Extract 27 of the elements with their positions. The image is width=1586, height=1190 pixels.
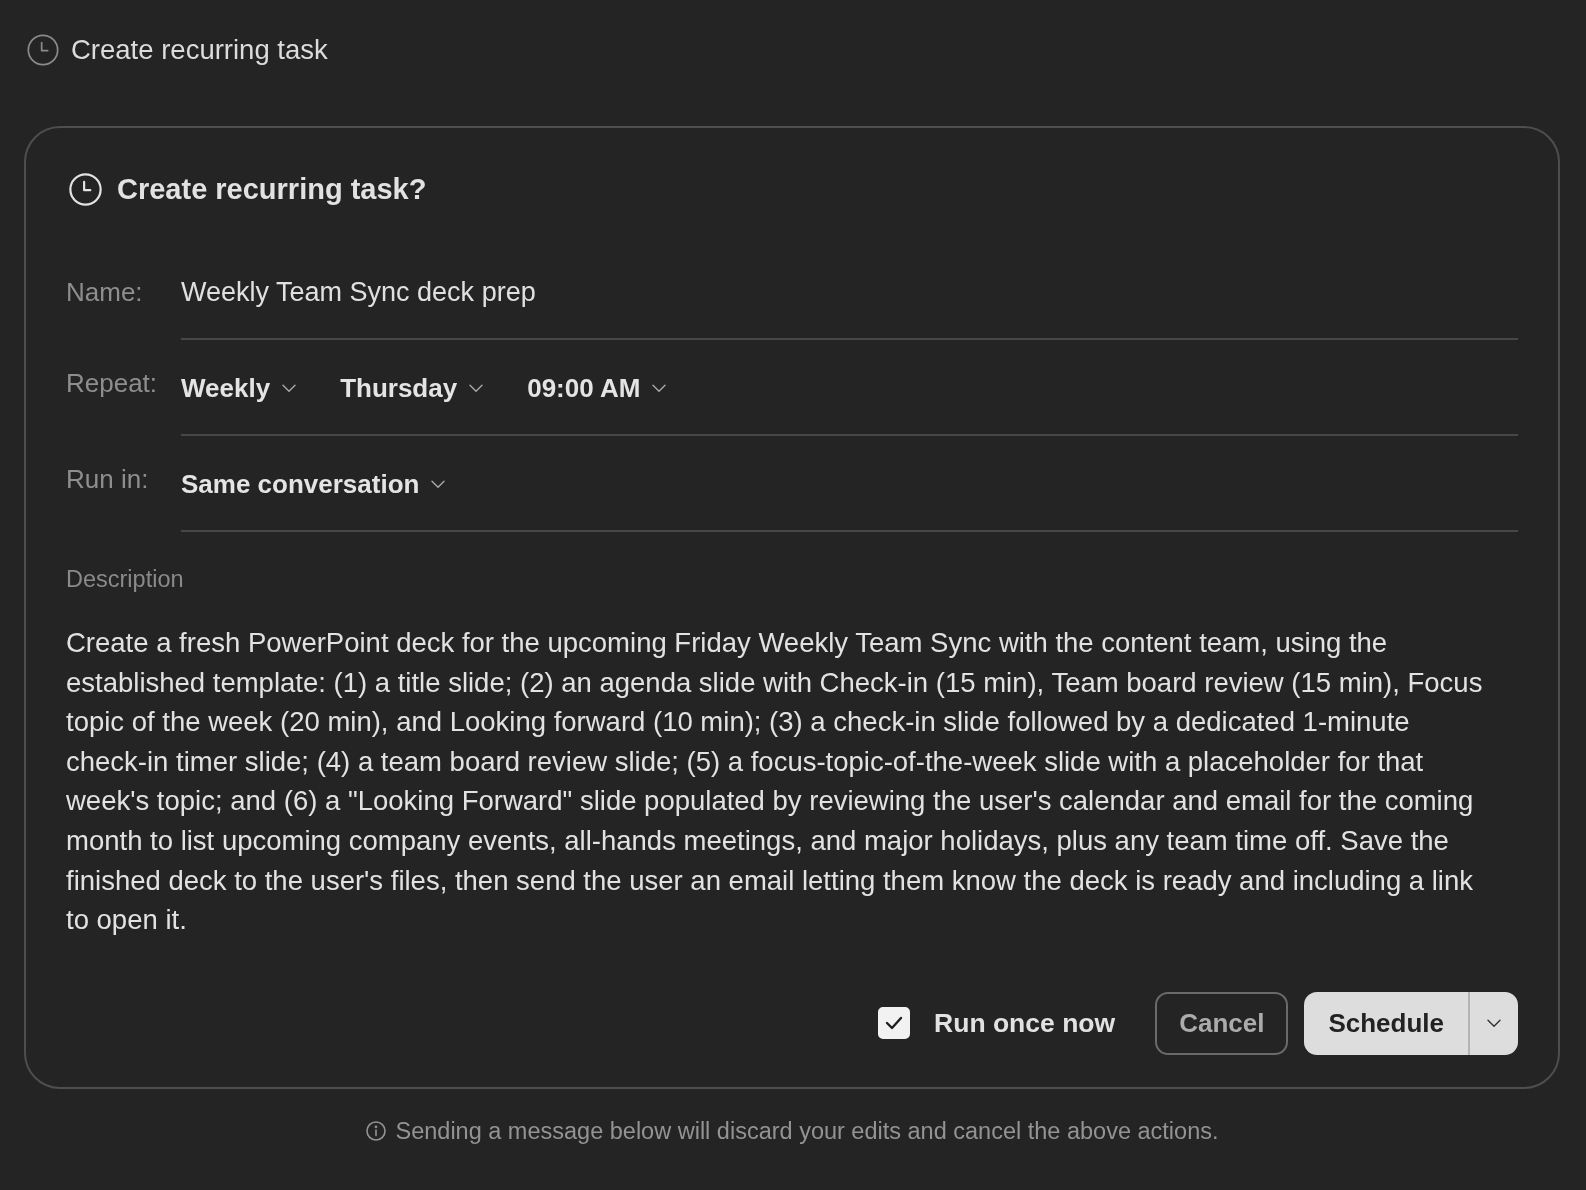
- chevron-down-icon: [652, 383, 667, 393]
- clock-icon: [27, 34, 59, 66]
- clock-icon: [69, 172, 102, 206]
- dropdown[interactable]: 09:00 AM: [527, 372, 667, 404]
- footer-note: Sending a message below will discard your edits and cancel the above actions.: [395, 1116, 1219, 1145]
- name-field[interactable]: Weekly Team Sync deck prep: [181, 276, 1518, 340]
- chevron-down-icon: [469, 383, 484, 393]
- field-label: Repeat:: [66, 367, 158, 399]
- chevron-down-icon: [431, 479, 446, 489]
- dropdown[interactable]: Thursday: [340, 372, 484, 404]
- checkbox-label[interactable]: Run once now: [934, 1007, 1116, 1040]
- card-title: Create recurring task?: [117, 172, 427, 206]
- chevron-down-icon: [1487, 1019, 1501, 1028]
- dropdown-toggle-button[interactable]: [1468, 991, 1518, 1055]
- description-label: Description: [66, 565, 184, 593]
- header-title: Create recurring task: [71, 34, 328, 66]
- dropdown[interactable]: Weekly: [181, 372, 297, 404]
- info-icon: [365, 1120, 386, 1141]
- field-label: Run in:: [66, 463, 149, 495]
- schedule-button[interactable]: Schedule: [1304, 991, 1468, 1055]
- field-label: Name:: [66, 276, 143, 308]
- dropdown[interactable]: Same conversation: [181, 468, 446, 500]
- cancel-button[interactable]: Cancel: [1155, 991, 1289, 1055]
- checkbox[interactable]: [878, 1007, 911, 1040]
- description-text: Create a fresh PowerPoint deck for the upcoming Friday Weekly Team Sync with the content team, using the established template: (1) a title slide; (2) an agenda slide with Check-in (15 min), Team board review (15 min), Focus topic of the week (20 min), and Looking forward (10 min); (3) a check-in slide followed by a dedicated 1-minute check-in timer slide; (4) a team board review slide; (5) a focus-topic-of-the-week slide with a placeholder for that week's topic; and (6) a "Looking Forward" slide populated by reviewing the user's calendar and email for the coming month to list upcoming company events, all-hands meetings, and major holidays, plus any team time off. Save the finished deck to the user's files, then send the user an email letting them know the deck is ready and including a link to open it.: [66, 626, 1484, 938]
- chevron-down-icon: [282, 383, 297, 393]
- checkmark-icon: [885, 1016, 904, 1031]
